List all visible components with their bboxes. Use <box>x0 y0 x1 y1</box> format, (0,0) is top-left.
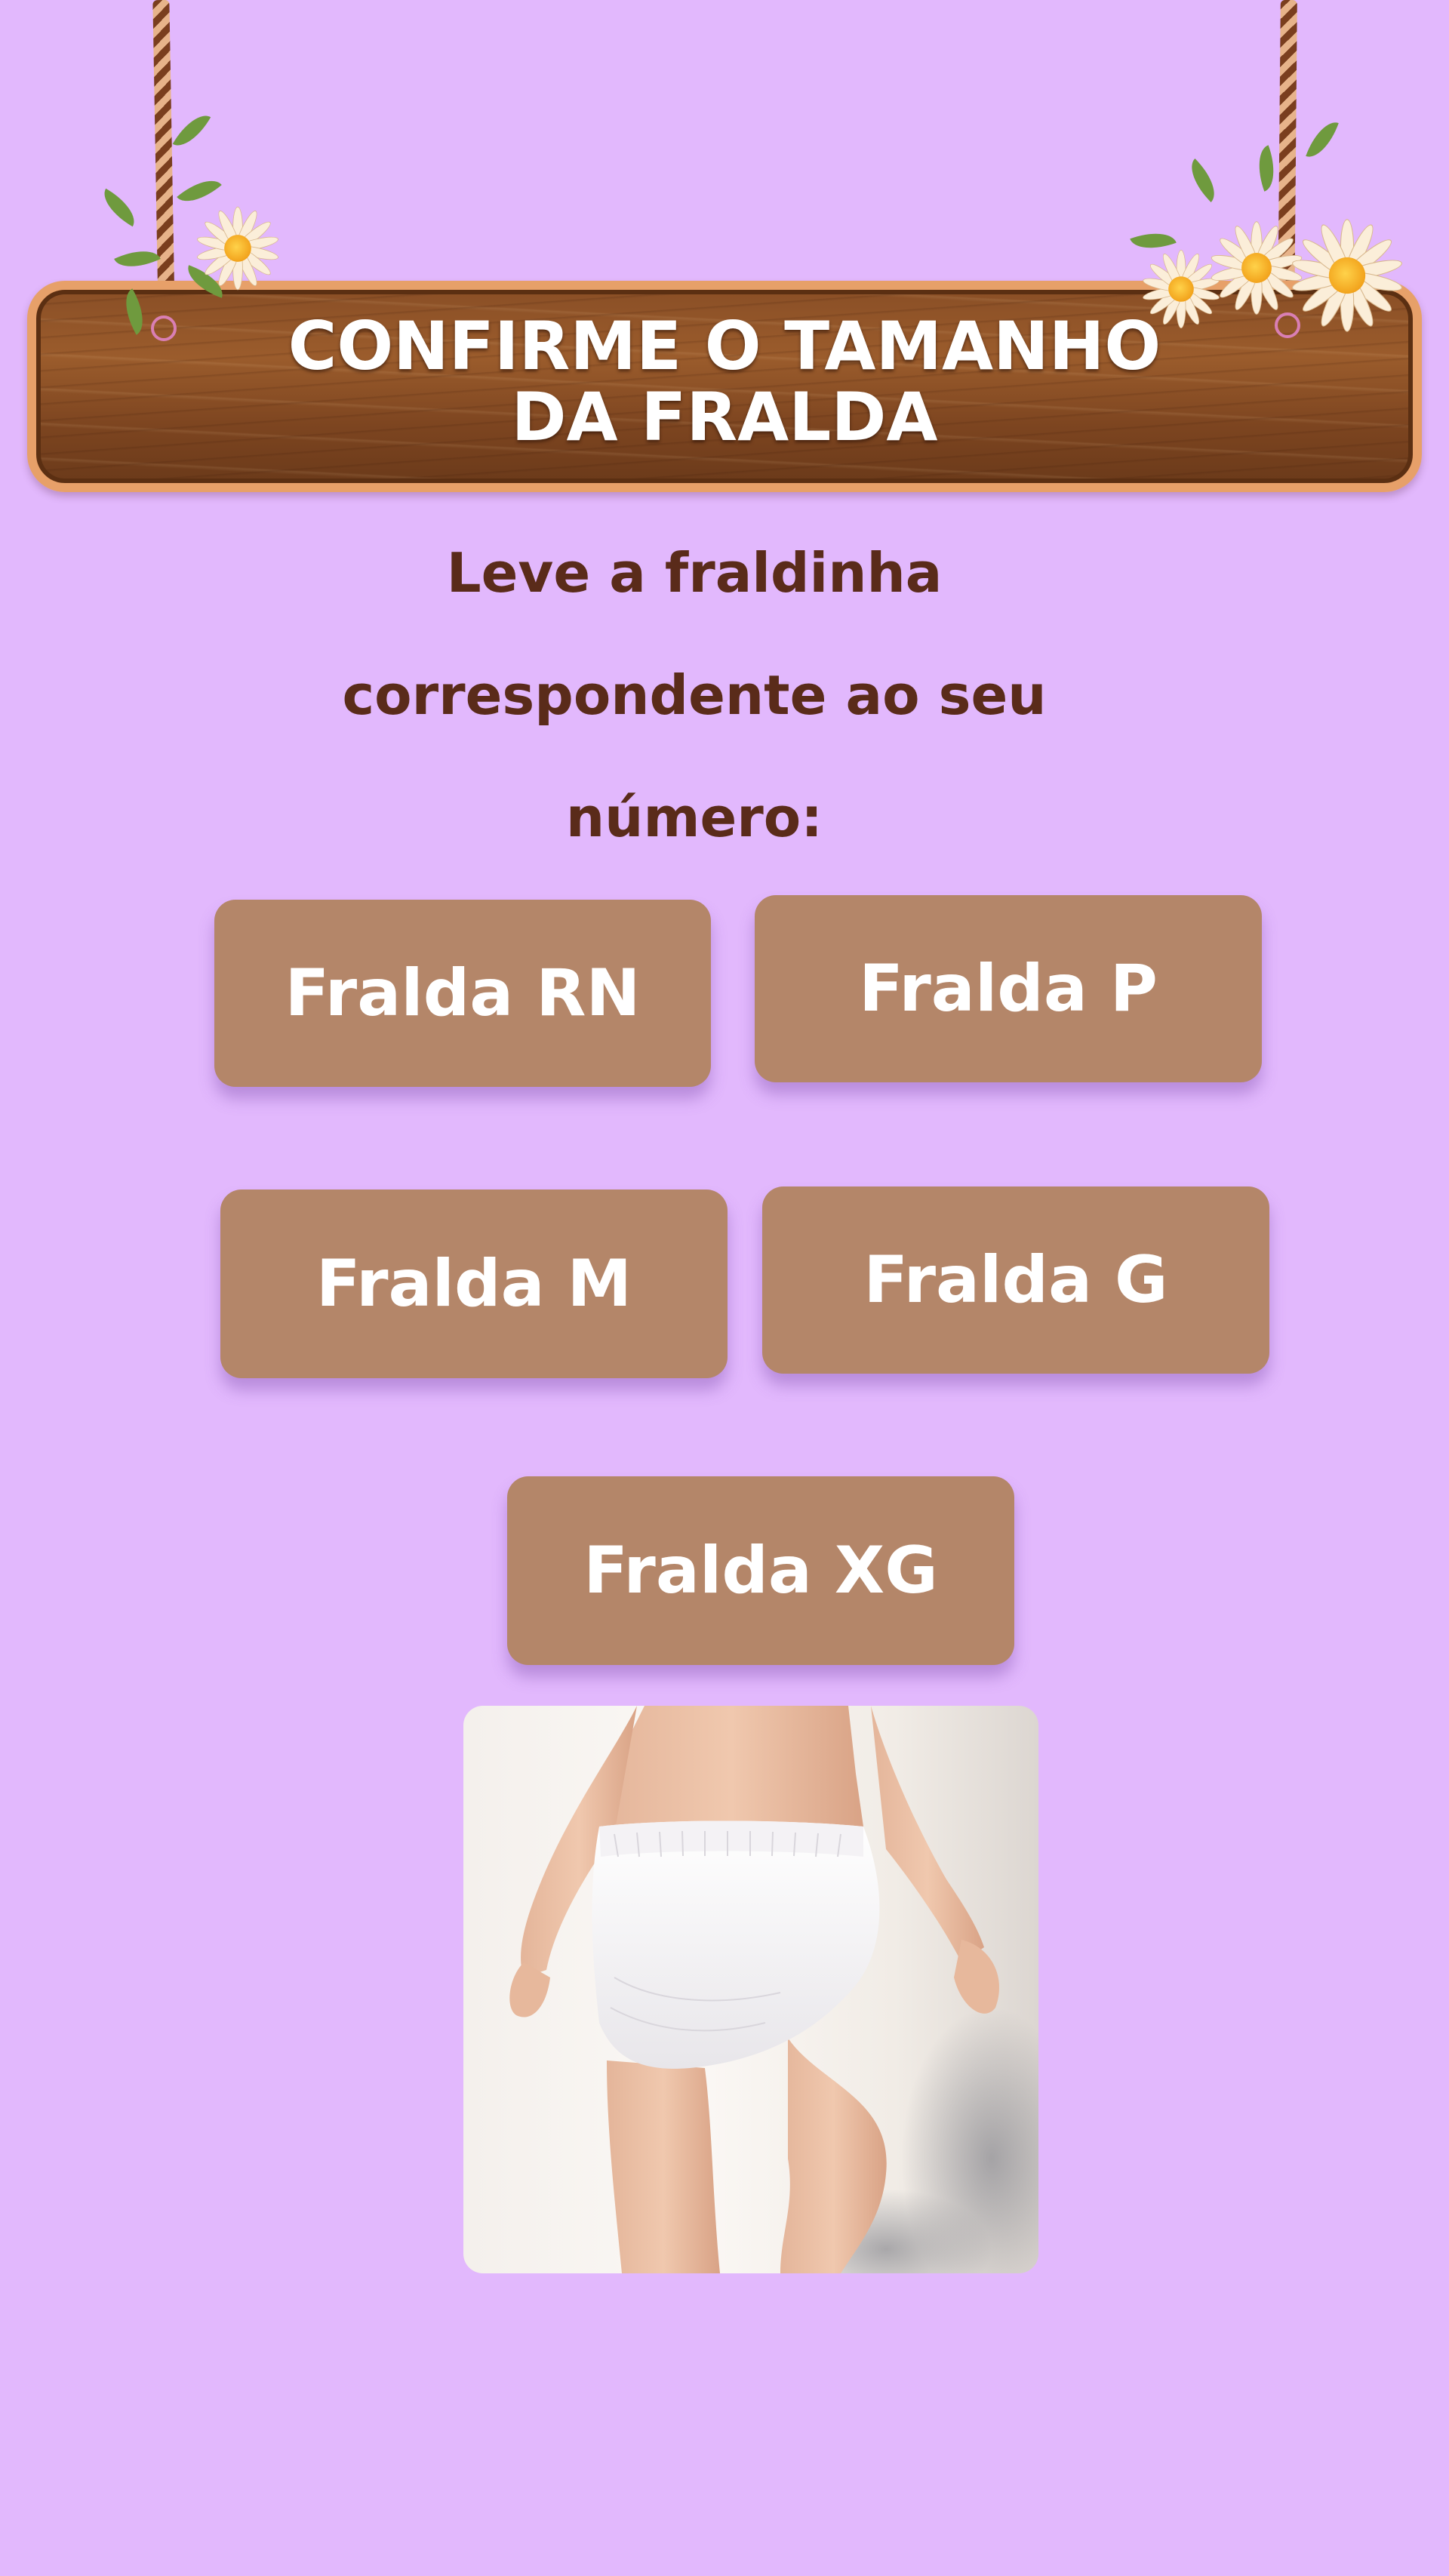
leaf-icon <box>96 188 143 227</box>
daisy-flower-icon <box>195 206 280 291</box>
instructions-line-2: correspondente ao seu <box>342 663 1047 727</box>
leaf-icon <box>1181 158 1225 202</box>
daisy-center <box>1328 257 1366 294</box>
baby-diaper-photo <box>463 1706 1038 2273</box>
daisy-center <box>1168 276 1194 302</box>
leaf-icon <box>177 170 222 212</box>
daisy-flower-icon <box>1141 250 1221 328</box>
instructions-line-1: Leve a fraldinha <box>446 541 943 605</box>
fralda-g-button[interactable]: Fralda G <box>762 1186 1269 1374</box>
leaf-icon <box>1306 116 1339 163</box>
daisy-center <box>224 235 251 262</box>
leaf-icon <box>172 107 211 154</box>
rope-left <box>152 0 175 318</box>
fralda-xg-button[interactable]: Fralda XG <box>507 1476 1014 1665</box>
leaf-icon <box>1250 145 1283 192</box>
daisy-flower-icon <box>1291 219 1404 332</box>
fralda-m-button[interactable]: Fralda M <box>220 1190 728 1378</box>
fralda-rn-button[interactable]: Fralda RN <box>214 900 711 1087</box>
leaf-icon <box>114 241 161 277</box>
instructions-text: Leve a fraldinha correspondente ao seu n… <box>272 512 1117 879</box>
page-title-line-2: DA FRALDA <box>511 378 938 456</box>
fralda-p-button[interactable]: Fralda P <box>755 895 1262 1082</box>
page-title: CONFIRME O TAMANHO DA FRALDA <box>27 311 1422 453</box>
instructions-line-3: número: <box>565 786 823 849</box>
daisy-center <box>1241 253 1272 283</box>
daisy-flower-icon <box>1210 221 1303 315</box>
